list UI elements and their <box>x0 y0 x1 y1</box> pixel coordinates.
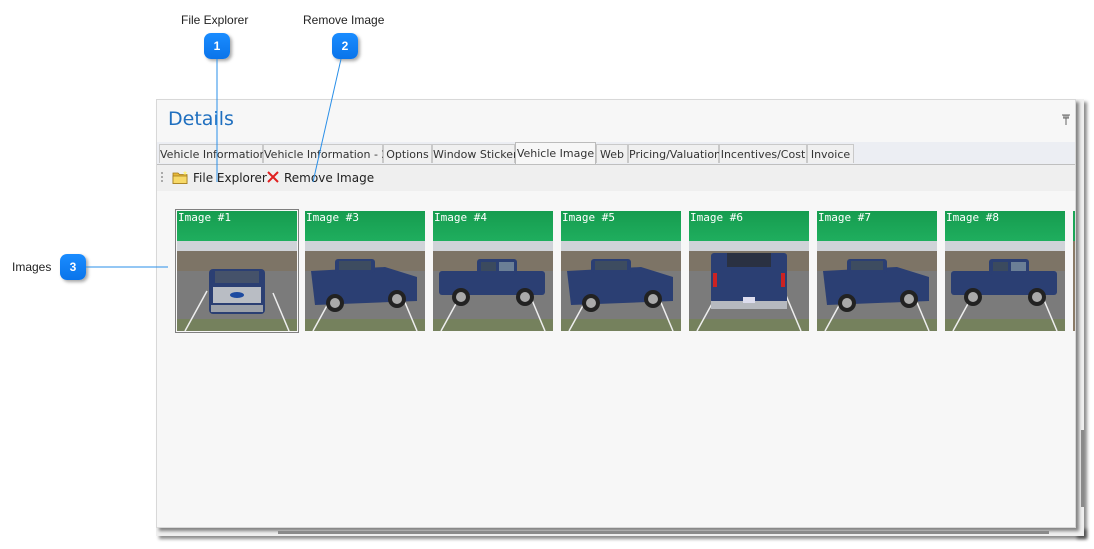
tab-strip: Vehicle Information Vehicle Information … <box>157 142 1075 165</box>
tab-options[interactable]: Options <box>383 144 432 163</box>
callout-badge-1: 1 <box>204 33 230 59</box>
vehicle-photo <box>305 241 425 331</box>
toolbar: File Explorer Remove Image <box>157 165 1075 191</box>
image-tile[interactable]: Image #8 <box>945 211 1065 331</box>
tab-window-sticker[interactable]: Window Sticker <box>432 144 518 163</box>
tab-vehicle-information[interactable]: Vehicle Information <box>159 144 267 163</box>
vehicle-photo <box>177 241 297 331</box>
tab-vehicle-information-2[interactable]: Vehicle Information - 2 <box>263 144 388 163</box>
vehicle-photo <box>945 241 1065 331</box>
horizontal-scrollbar-thumb[interactable] <box>278 531 1049 534</box>
tab-pricing-valuation[interactable]: Pricing/Valuation <box>628 144 721 163</box>
tab-vehicle-image[interactable]: Vehicle Image <box>515 142 596 164</box>
image-tile-label: Image #6 <box>689 211 809 241</box>
image-tile[interactable]: Image #3 <box>305 211 425 331</box>
image-tile-label: Image #1 <box>177 211 297 241</box>
tab-invoice[interactable]: Invoice <box>807 144 854 163</box>
vehicle-photo <box>433 241 553 331</box>
pin-icon[interactable] <box>1061 114 1071 128</box>
file-explorer-label: File Explorer <box>193 171 267 185</box>
callout-badge-3: 3 <box>60 254 86 280</box>
image-tile-label: Image #3 <box>305 211 425 241</box>
image-tile-label: Image #7 <box>817 211 937 241</box>
folder-icon <box>172 170 189 187</box>
image-tile[interactable]: Image #6 <box>689 211 809 331</box>
image-tile[interactable]: Image #7 <box>817 211 937 331</box>
callout-label-file-explorer: File Explorer <box>181 13 249 27</box>
tab-incentives-cost[interactable]: Incentives/Cost <box>719 144 807 163</box>
image-tile-partial[interactable] <box>1073 211 1075 331</box>
tab-web[interactable]: Web <box>596 144 628 163</box>
remove-image-label: Remove Image <box>284 171 375 185</box>
callout-label-images: Images <box>12 260 52 274</box>
toolbar-grip[interactable] <box>161 172 163 184</box>
image-tile-label: Image #8 <box>945 211 1065 241</box>
vertical-scrollbar-thumb[interactable] <box>1081 430 1084 507</box>
file-explorer-button[interactable]: File Explorer <box>172 169 267 187</box>
image-tile[interactable]: Image #5 <box>561 211 681 331</box>
image-tile[interactable]: Image #4 <box>433 211 553 331</box>
image-tile-label: Image #4 <box>433 211 553 241</box>
image-tile-label: Image #5 <box>561 211 681 241</box>
image-tile[interactable]: Image #1 <box>175 209 299 333</box>
details-panel: Details Vehicle Information Vehicle Info… <box>156 99 1076 528</box>
remove-image-button[interactable]: Remove Image <box>266 169 374 187</box>
vehicle-photo <box>817 241 937 331</box>
callout-badge-2: 2 <box>332 33 358 59</box>
vehicle-photo <box>689 241 809 331</box>
callout-label-remove-image: Remove Image <box>303 13 385 27</box>
panel-title: Details <box>168 108 234 130</box>
vehicle-photo <box>561 241 681 331</box>
red-x-icon <box>266 170 280 187</box>
image-gallery: Image #1 Image #3 Image #4 Image #5 Imag… <box>157 191 1075 527</box>
